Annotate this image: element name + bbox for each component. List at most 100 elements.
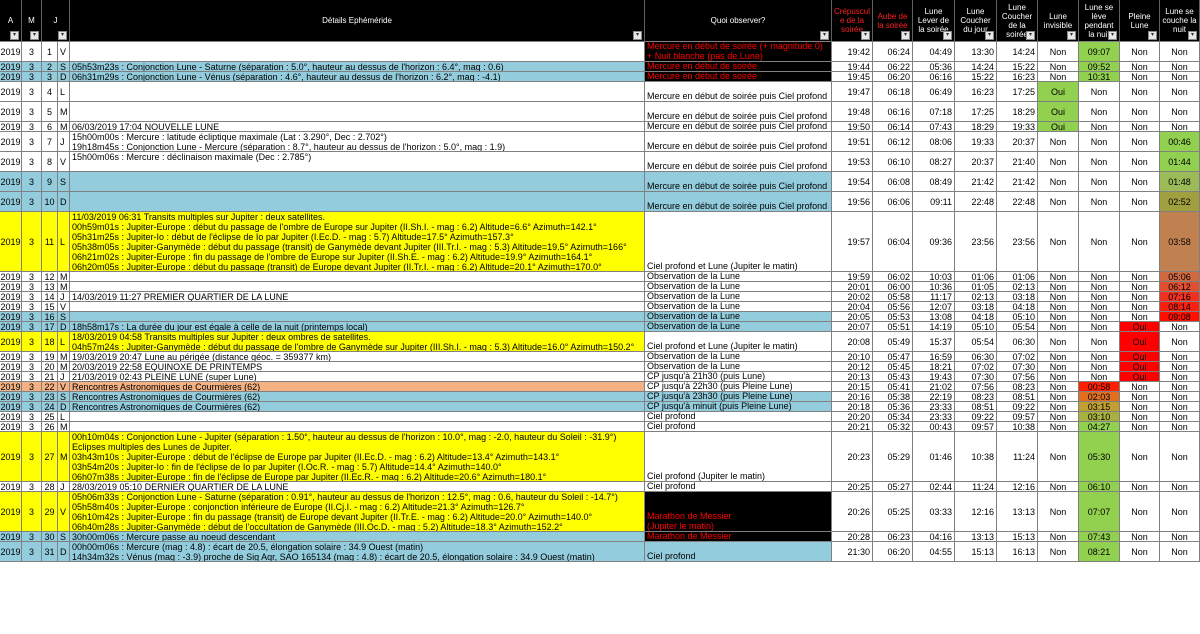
cell-j[interactable]: 12	[42, 272, 58, 282]
cell-ple[interactable]: Non	[1120, 102, 1160, 122]
cell-j[interactable]: 21	[42, 372, 58, 382]
cell-weekday[interactable]: L	[58, 332, 70, 352]
cell-weekday[interactable]: M	[58, 272, 70, 282]
cell-cou[interactable]: 09:57	[955, 422, 997, 432]
cell-ple[interactable]: Non	[1120, 482, 1160, 492]
cell-cso[interactable]: 09:57	[997, 412, 1038, 422]
cell-observe[interactable]: CP jusqu'à 22h30 (puis Pleine Lune)	[645, 382, 832, 392]
column-header-ple[interactable]: Pleine Lune ▾	[1120, 0, 1160, 42]
cell-lev[interactable]: 04:55	[913, 542, 955, 562]
filter-dropdown-icon[interactable]: ▾	[861, 31, 870, 40]
cell-cso[interactable]: 11:24	[997, 432, 1038, 482]
cell-aub[interactable]: 05:47	[873, 352, 913, 362]
cell-lev[interactable]: 07:43	[913, 122, 955, 132]
cell-aub[interactable]: 05:45	[873, 362, 913, 372]
cell-cso[interactable]: 05:10	[997, 312, 1038, 322]
cell-ple[interactable]: Non	[1120, 42, 1160, 62]
cell-lcn[interactable]: Non	[1160, 62, 1200, 72]
cell-inv[interactable]: Non	[1038, 382, 1079, 392]
cell-aub[interactable]: 05:53	[873, 312, 913, 322]
cell-lcn[interactable]: Non	[1160, 82, 1200, 102]
cell-cre[interactable]: 20:20	[832, 412, 873, 422]
cell-cso[interactable]: 20:37	[997, 132, 1038, 152]
cell-j[interactable]: 30	[42, 532, 58, 542]
cell-cre[interactable]: 19:59	[832, 272, 873, 282]
cell-cou[interactable]: 04:18	[955, 312, 997, 322]
cell-weekday[interactable]: S	[58, 532, 70, 542]
cell-aub[interactable]: 05:43	[873, 372, 913, 382]
cell-j[interactable]: 22	[42, 382, 58, 392]
cell-aub[interactable]: 06:23	[873, 532, 913, 542]
cell-observe[interactable]: Mercure en début de soirée puis Ciel pro…	[645, 82, 832, 102]
cell-ple[interactable]: Non	[1120, 532, 1160, 542]
cell-cre[interactable]: 19:53	[832, 152, 873, 172]
cell-lcn[interactable]: Non	[1160, 492, 1200, 532]
cell-a[interactable]: 2019	[0, 172, 22, 192]
cell-cso[interactable]: 17:25	[997, 82, 1038, 102]
cell-ple[interactable]: Non	[1120, 122, 1160, 132]
cell-m[interactable]: 3	[22, 172, 42, 192]
filter-dropdown-icon[interactable]: ▾	[58, 31, 67, 40]
cell-weekday[interactable]: J	[58, 292, 70, 302]
cell-m[interactable]: 3	[22, 82, 42, 102]
cell-observe[interactable]: Marathon de Messier (Jupiter le matin)	[645, 492, 832, 532]
cell-lev[interactable]: 03:33	[913, 492, 955, 532]
cell-details[interactable]: 21/03/2019 02:43 PLEINE LUNE (super Lune…	[70, 372, 645, 382]
cell-j[interactable]: 23	[42, 392, 58, 402]
cell-aub[interactable]: 05:25	[873, 492, 913, 532]
cell-aub[interactable]: 06:02	[873, 272, 913, 282]
cell-lnu[interactable]: 09:52	[1079, 62, 1120, 72]
cell-inv[interactable]: Non	[1038, 532, 1079, 542]
cell-aub[interactable]: 05:49	[873, 332, 913, 352]
cell-cou[interactable]: 01:05	[955, 282, 997, 292]
cell-lev[interactable]: 23:33	[913, 402, 955, 412]
cell-j[interactable]: 25	[42, 412, 58, 422]
cell-lev[interactable]: 10:36	[913, 282, 955, 292]
cell-ple[interactable]: Oui	[1120, 372, 1160, 382]
cell-lnu[interactable]: Non	[1079, 192, 1120, 212]
cell-aub[interactable]: 06:24	[873, 42, 913, 62]
cell-cou[interactable]: 08:23	[955, 392, 997, 402]
cell-details[interactable]	[70, 302, 645, 312]
cell-lnu[interactable]: 02:03	[1079, 392, 1120, 402]
cell-weekday[interactable]: L	[58, 82, 70, 102]
cell-weekday[interactable]: D	[58, 192, 70, 212]
cell-lnu[interactable]: Non	[1079, 152, 1120, 172]
cell-weekday[interactable]: M	[58, 362, 70, 372]
cell-cso[interactable]: 07:30	[997, 362, 1038, 372]
cell-observe[interactable]: Mercure en début de soirée puis Ciel pro…	[645, 132, 832, 152]
cell-cso[interactable]: 21:42	[997, 172, 1038, 192]
cell-inv[interactable]: Non	[1038, 72, 1079, 82]
cell-details[interactable]: 00h00m06s : Mercure (mag : 4.8) : écart …	[70, 542, 645, 562]
cell-m[interactable]: 3	[22, 492, 42, 532]
cell-observe[interactable]: Mercure en début de soirée puis Ciel pro…	[645, 122, 832, 132]
cell-cso[interactable]: 07:56	[997, 372, 1038, 382]
cell-j[interactable]: 10	[42, 192, 58, 212]
cell-cou[interactable]: 07:30	[955, 372, 997, 382]
cell-a[interactable]: 2019	[0, 422, 22, 432]
cell-lcn[interactable]: Non	[1160, 322, 1200, 332]
cell-lcn[interactable]: 02:52	[1160, 192, 1200, 212]
cell-aub[interactable]: 05:27	[873, 482, 913, 492]
cell-j[interactable]: 2	[42, 62, 58, 72]
cell-aub[interactable]: 05:38	[873, 392, 913, 402]
cell-cou[interactable]: 18:29	[955, 122, 997, 132]
cell-lev[interactable]: 12:07	[913, 302, 955, 312]
cell-inv[interactable]: Non	[1038, 422, 1079, 432]
cell-cso[interactable]: 05:54	[997, 322, 1038, 332]
cell-inv[interactable]: Non	[1038, 542, 1079, 562]
cell-m[interactable]: 3	[22, 212, 42, 272]
cell-observe[interactable]: Observation de la Lune	[645, 302, 832, 312]
cell-details[interactable]	[70, 412, 645, 422]
cell-cre[interactable]: 19:45	[832, 72, 873, 82]
cell-aub[interactable]: 05:29	[873, 432, 913, 482]
cell-m[interactable]: 3	[22, 72, 42, 82]
cell-observe[interactable]: Observation de la Lune	[645, 352, 832, 362]
cell-lev[interactable]: 19:43	[913, 372, 955, 382]
cell-ple[interactable]: Non	[1120, 82, 1160, 102]
cell-details[interactable]	[70, 282, 645, 292]
cell-observe[interactable]: Observation de la Lune	[645, 362, 832, 372]
cell-aub[interactable]: 05:34	[873, 412, 913, 422]
filter-dropdown-icon[interactable]: ▾	[943, 31, 952, 40]
cell-lcn[interactable]: Non	[1160, 362, 1200, 372]
